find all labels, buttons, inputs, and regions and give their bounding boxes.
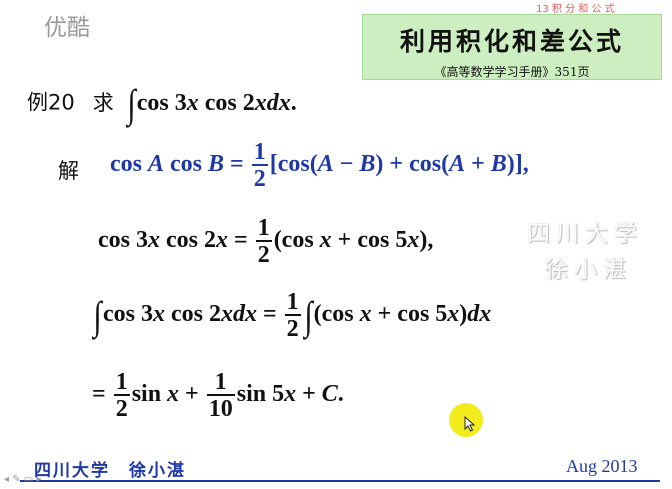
mouse-pointer-icon <box>464 416 476 432</box>
integral-sign-icon: ∫ <box>127 81 136 126</box>
pen-icon[interactable]: ✎ <box>12 474 20 485</box>
example-label: 例20 <box>27 90 75 115</box>
top-strip-text: 13 积 分 和 公 式 <box>536 4 615 15</box>
slide-title: 利用积化和差公式 <box>399 27 624 56</box>
left-arrow-icon[interactable]: ◂ <box>4 474 9 485</box>
integral-sign-icon: ∫ <box>93 292 102 338</box>
example-prompt: 求 <box>92 90 114 115</box>
right-arrow-icon[interactable]: ▸ <box>36 474 41 485</box>
example-integral: ∫cos 3x cos 2xdx. <box>127 81 297 126</box>
title-box: 利用积化和差公式 《高等数学学习手册》351页 <box>362 14 662 80</box>
watermark-school: 四川大学 <box>527 221 643 247</box>
example-line: 例20 求 ∫cos 3x cos 2xdx. <box>27 84 297 124</box>
footer-author: 四川大学 徐小湛 <box>34 461 186 481</box>
step-expand-product: cos 3x cos 2x = 1 2 (cos x + cos 5x), <box>98 215 434 268</box>
watermark-author: 徐小湛 <box>545 257 632 283</box>
menu-icon[interactable]: ▭ <box>24 474 33 485</box>
slide-nav-controls[interactable]: ◂ ✎ ▭ ▸ <box>4 474 41 485</box>
youku-logo: 优酷 <box>44 15 90 41</box>
product-to-sum-identity: cos A cos B = 1 2 [cos(A − B) + cos(A + B)… <box>110 139 529 192</box>
footer-date: Aug 2013 <box>566 456 638 476</box>
footer-rule <box>20 480 660 482</box>
solution-label: 解 <box>58 159 79 183</box>
integral-sign-icon: ∫ <box>304 292 313 338</box>
step-result: = 1 2 sin x + 1 10 sin 5x + C. <box>92 369 344 422</box>
step-integral: ∫cos 3x cos 2xdx = 1 2 ∫(cos x + cos 5x)dx <box>93 289 492 342</box>
slide-source: 《高等数学学习手册》351页 <box>434 65 590 79</box>
